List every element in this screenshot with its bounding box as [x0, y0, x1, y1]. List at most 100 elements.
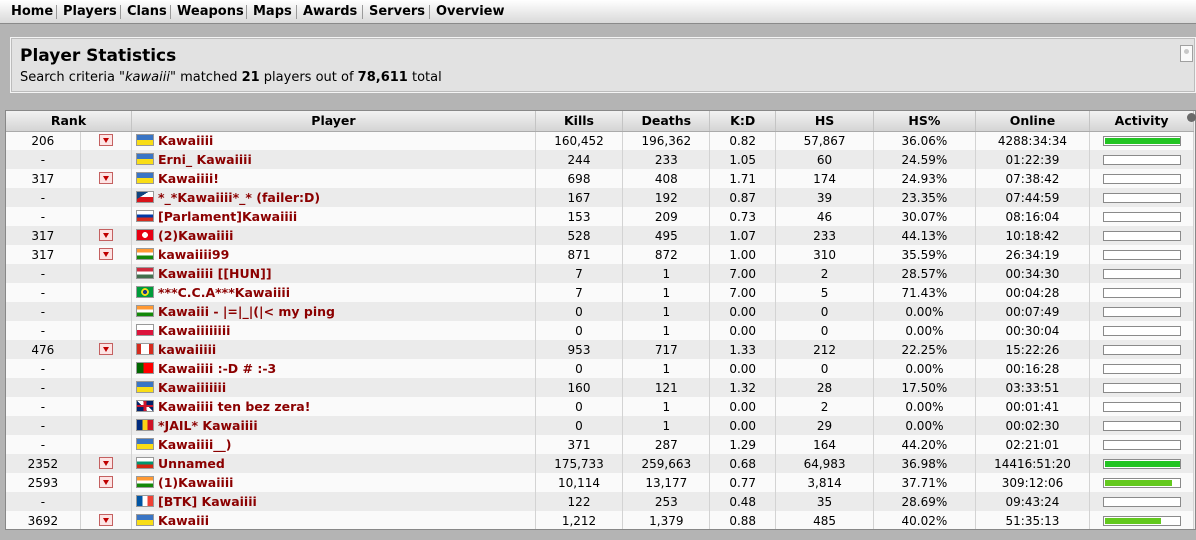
table-row[interactable]: 476 kawaiiiii 953 717 1.33 212 22.25% 15:22:26 — [6, 340, 1194, 359]
rank-toggle-cell — [80, 283, 133, 302]
table-row[interactable]: - Kawaiiii [[HUN]] 7 1 7.00 2 28.57% 00:34:30 — [6, 264, 1194, 283]
player-name-link[interactable]: Kawaiiiiiiii — [158, 323, 230, 338]
expand-chevron-icon[interactable] — [98, 133, 113, 146]
table-row[interactable]: - Kawaiiii__) 371 287 1.29 164 44.20% 02:21:01 — [6, 435, 1194, 454]
hs-cell: 2 — [775, 264, 875, 283]
rank-toggle-cell — [80, 207, 133, 226]
player-name-link[interactable]: Kawaiiii — [158, 133, 213, 148]
table-row[interactable]: - Erni_ Kawaiiii 244 233 1.05 60 24.59% 01:22:3… — [6, 150, 1194, 169]
hs-cell: 164 — [775, 435, 875, 454]
table-row[interactable]: - [Parlament]Kawaiiii 153 209 0.73 46 30.07% 08… — [6, 207, 1194, 226]
activity-cell — [1089, 226, 1194, 245]
nav-home[interactable]: Home — [11, 4, 53, 20]
expand-chevron-icon[interactable] — [98, 171, 113, 184]
rank-cell: 206 — [6, 131, 81, 150]
nav-weapons[interactable]: Weapons — [177, 4, 244, 20]
activity-bar — [1102, 193, 1181, 203]
player-name-link[interactable]: Kawaiiii :-D # :-3 — [158, 361, 276, 376]
column-header-online[interactable]: Online — [975, 111, 1091, 132]
nav-clans[interactable]: Clans — [127, 4, 167, 20]
column-header-player[interactable]: Player — [131, 111, 536, 132]
export-icon[interactable] — [1180, 45, 1193, 62]
rank-toggle-cell — [80, 131, 133, 150]
nav-separator — [296, 5, 297, 19]
table-row[interactable]: 2352 Unnamed 175,733 259,663 0.68 64,983 36.98… — [6, 454, 1194, 473]
nav-players[interactable]: Players — [63, 4, 117, 20]
nav-maps[interactable]: Maps — [253, 4, 292, 20]
table-row[interactable]: 206 Kawaiiii 160,452 196,362 0.82 57,867 36.06… — [6, 131, 1194, 150]
table-row[interactable]: 3692 Kawaiii 1,212 1,379 0.88 485 40.02% 51:35:… — [6, 511, 1194, 529]
table-row[interactable]: - *JAIL* Kawaiiii 0 1 0.00 29 0.00% 00:02:30 — [6, 416, 1194, 435]
column-header-deaths[interactable]: Deaths — [622, 111, 711, 132]
table-row[interactable]: - *_*Kawaiiii*_* (failer:D) 167 192 0.87 39 23… — [6, 188, 1194, 207]
player-cell: ***C.C.A***Kawaiiii — [131, 283, 536, 302]
online-cell: 07:38:42 — [975, 169, 1091, 188]
player-name-link[interactable]: Kawaiii - |=|_|(|< my ping — [158, 304, 335, 319]
player-name-link[interactable]: ***C.C.A***Kawaiiii — [158, 285, 290, 300]
hs-percent-cell: 0.00% — [873, 397, 976, 416]
player-name-link[interactable]: kawaiiiii — [158, 342, 216, 357]
rank-cell: - — [6, 416, 81, 435]
table-row[interactable]: - ***C.C.A***Kawaiiii 7 1 7.00 5 71.43% 00:04:2… — [6, 283, 1194, 302]
expand-chevron-icon[interactable] — [98, 247, 113, 260]
player-name-link[interactable]: (2)Kawaiiii — [158, 228, 233, 243]
expand-chevron-icon[interactable] — [98, 228, 113, 241]
hs-percent-cell: 37.71% — [873, 473, 976, 492]
column-header-kills[interactable]: Kills — [535, 111, 624, 132]
player-name-link[interactable]: Unnamed — [158, 456, 225, 471]
nav-overview[interactable]: Overview — [436, 4, 505, 20]
table-row[interactable]: - Kawaiiii ten bez zera! 0 1 0.00 2 0.00% 00:01… — [6, 397, 1194, 416]
player-name-link[interactable]: Kawaiiii! — [158, 171, 219, 186]
expand-chevron-icon[interactable] — [98, 475, 113, 488]
column-header-kd[interactable]: K:D — [709, 111, 776, 132]
activity-bar — [1102, 231, 1181, 241]
hs-cell: 57,867 — [775, 131, 875, 150]
column-header-rank[interactable]: Rank — [6, 111, 133, 132]
nav-servers[interactable]: Servers — [369, 4, 425, 20]
rank-toggle-cell — [80, 321, 133, 340]
table-row[interactable]: - Kawaiii - |=|_|(|< my ping 0 1 0.00 0 0.00% 0… — [6, 302, 1194, 321]
table-row[interactable]: 317 Kawaiiii! 698 408 1.71 174 24.93% 07:38:42 — [6, 169, 1194, 188]
rank-cell: - — [6, 283, 81, 302]
activity-cell — [1089, 321, 1194, 340]
column-header-hs[interactable]: HS — [775, 111, 875, 132]
nav-awards[interactable]: Awards — [303, 4, 357, 20]
expand-chevron-icon[interactable] — [98, 342, 113, 355]
player-name-link[interactable]: (1)Kawaiiii — [158, 475, 233, 490]
table-row[interactable]: 2593 (1)Kawaiiii 10,114 13,177 0.77 3,814 37.7… — [6, 473, 1194, 492]
hs-cell: 0 — [775, 302, 875, 321]
table-row[interactable]: 317 (2)Kawaiiii 528 495 1.07 233 44.13% 10:18:4… — [6, 226, 1194, 245]
player-name-link[interactable]: Kawaiii — [158, 513, 209, 528]
expand-chevron-icon[interactable] — [98, 513, 113, 526]
kills-cell: 10,114 — [535, 473, 624, 492]
expand-chevron-icon[interactable] — [98, 456, 113, 469]
column-header-activity[interactable]: Activity — [1089, 111, 1194, 132]
hs-cell: 212 — [775, 340, 875, 359]
player-name-link[interactable]: Kawaiiii [[HUN]] — [158, 266, 272, 281]
rank-cell: 3692 — [6, 511, 81, 529]
search-summary-mid: " matched — [169, 70, 242, 85]
player-name-link[interactable]: Erni_ Kawaiiii — [158, 152, 252, 167]
player-name-link[interactable]: *_*Kawaiiii*_* (failer:D) — [158, 190, 320, 205]
online-cell: 08:16:04 — [975, 207, 1091, 226]
table-row[interactable]: - Kawaiiiiiii 160 121 1.32 28 17.50% 03:33:51 — [6, 378, 1194, 397]
scroll-indicator-icon[interactable] — [1187, 113, 1196, 122]
table-row[interactable]: - Kawaiiiiiiii 0 1 0.00 0 0.00% 00:30:04 — [6, 321, 1194, 340]
table-row[interactable]: - [BTK] Kawaiiii 122 253 0.48 35 28.69% 09:43:2… — [6, 492, 1194, 511]
player-name-link[interactable]: Kawaiiii ten bez zera! — [158, 399, 310, 414]
player-name-link[interactable]: *JAIL* Kawaiiii — [158, 418, 258, 433]
player-name-link[interactable]: Kawaiiii__) — [158, 437, 231, 452]
player-name-link[interactable]: kawaiiii99 — [158, 247, 229, 262]
player-cell: (1)Kawaiiii — [131, 473, 536, 492]
player-name-link[interactable]: Kawaiiiiiii — [158, 380, 226, 395]
table-row[interactable]: 317 kawaiiii99 871 872 1.00 310 35.59% 26:34:19 — [6, 245, 1194, 264]
player-name-link[interactable]: [Parlament]Kawaiiii — [158, 209, 297, 224]
player-name-link[interactable]: [BTK] Kawaiiii — [158, 494, 257, 509]
kills-cell: 0 — [535, 416, 624, 435]
table-row[interactable]: - Kawaiiii :-D # :-3 0 1 0.00 0 0.00% 00:16:28 — [6, 359, 1194, 378]
column-header-hs-percent[interactable]: HS% — [873, 111, 976, 132]
activity-cell — [1089, 188, 1194, 207]
activity-cell — [1089, 302, 1194, 321]
online-cell: 00:01:41 — [975, 397, 1091, 416]
activity-bar — [1102, 478, 1181, 488]
